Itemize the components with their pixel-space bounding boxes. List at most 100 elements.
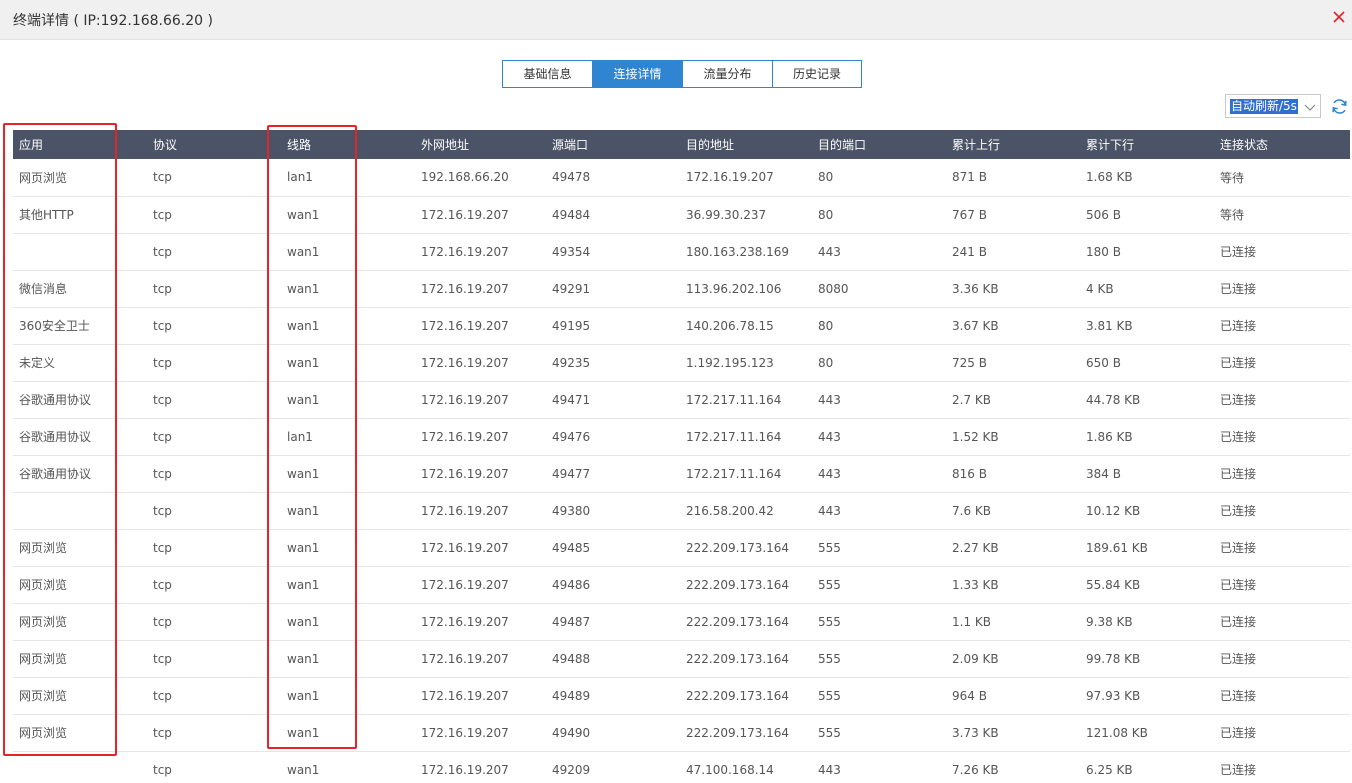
col-destination-address-cell: 222.209.173.164 bbox=[686, 540, 790, 555]
col-download-total-cell: 55.84 KB bbox=[1086, 577, 1141, 592]
tab-basic-info[interactable]: 基础信息 bbox=[503, 61, 593, 87]
auto-refresh-select[interactable]: 自动刷新/5s bbox=[1225, 94, 1321, 118]
chevron-down-icon bbox=[1304, 104, 1316, 111]
table-row[interactable]: tcp wan1 172.16.19.207 49380 216.58.200.42 44… bbox=[13, 492, 1350, 529]
col-download-total-header[interactable]: 累计下行 bbox=[1080, 130, 1214, 159]
col-connection-status-cell: 已连接 bbox=[1220, 245, 1257, 259]
col-app-cell: 谷歌通用协议 bbox=[19, 393, 92, 407]
col-external-address-cell: 172.16.19.207 bbox=[421, 577, 509, 592]
table-row[interactable]: 网页浏览 tcp wan1 172.16.19.207 49485 222.209.173… bbox=[13, 529, 1350, 566]
col-upload-total-cell: 816 B bbox=[952, 466, 987, 481]
col-line-cell: wan1 bbox=[287, 466, 320, 481]
table-row[interactable]: 网页浏览 tcp lan1 192.168.66.20 49478 172.16.19.2… bbox=[13, 159, 1350, 196]
col-line-cell: wan1 bbox=[287, 577, 320, 592]
col-download-total-cell: 44.78 KB bbox=[1086, 392, 1141, 407]
col-connection-status-header[interactable]: 连接状态 bbox=[1214, 130, 1350, 159]
col-destination-address-cell: 180.163.238.169 bbox=[686, 244, 790, 259]
col-external-address-header[interactable]: 外网地址 bbox=[415, 130, 546, 159]
col-line-cell: wan1 bbox=[287, 503, 320, 518]
tab-connection-details[interactable]: 连接详情 bbox=[593, 61, 683, 87]
col-external-address-cell: 192.168.66.20 bbox=[421, 170, 509, 185]
col-protocol-cell: tcp bbox=[153, 392, 172, 407]
col-destination-port-cell: 555 bbox=[818, 577, 841, 592]
col-app-cell: 网页浏览 bbox=[19, 170, 68, 185]
table-row[interactable]: 网页浏览 tcp wan1 172.16.19.207 49489 222.209.173… bbox=[13, 677, 1350, 714]
col-download-total-cell: 97.93 KB bbox=[1086, 688, 1141, 703]
col-connection-status-cell: 等待 bbox=[1220, 208, 1245, 222]
col-connection-status-cell: 已连接 bbox=[1220, 578, 1257, 592]
col-app-cell: 谷歌通用协议 bbox=[19, 430, 92, 444]
col-line-cell: wan1 bbox=[287, 244, 320, 259]
table-row[interactable]: 谷歌通用协议 tcp lan1 172.16.19.207 49476 172.217.1… bbox=[13, 418, 1350, 455]
col-external-address-cell: 172.16.19.207 bbox=[421, 503, 509, 518]
col-destination-port-cell: 80 bbox=[818, 170, 834, 185]
col-app-cell: 网页浏览 bbox=[19, 615, 68, 629]
col-app-cell: 360安全卫士 bbox=[19, 319, 90, 333]
table-row[interactable]: 网页浏览 tcp wan1 172.16.19.207 49487 222.209.173… bbox=[13, 603, 1350, 640]
col-source-port-cell: 49235 bbox=[552, 355, 591, 370]
table-row[interactable]: tcp wan1 172.16.19.207 49209 47.100.168.14 44… bbox=[13, 751, 1350, 783]
table-row[interactable]: 微信消息 tcp wan1 172.16.19.207 49291 113.96.202.… bbox=[13, 270, 1350, 307]
col-destination-address-cell: 1.192.195.123 bbox=[686, 355, 774, 370]
col-upload-total-cell: 3.73 KB bbox=[952, 725, 999, 740]
col-protocol-cell: tcp bbox=[153, 355, 172, 370]
col-external-address-cell: 172.16.19.207 bbox=[421, 688, 509, 703]
col-protocol-cell: tcp bbox=[153, 540, 172, 555]
col-destination-port-cell: 80 bbox=[818, 318, 834, 333]
col-source-port-cell: 49486 bbox=[552, 577, 591, 592]
table-row[interactable]: 谷歌通用协议 tcp wan1 172.16.19.207 49471 172.217.1… bbox=[13, 381, 1350, 418]
col-download-total-cell: 121.08 KB bbox=[1086, 725, 1148, 740]
col-line-header[interactable]: 线路 bbox=[281, 130, 415, 159]
col-destination-address-cell: 222.209.173.164 bbox=[686, 688, 790, 703]
col-line-cell: wan1 bbox=[287, 207, 320, 222]
col-app-header[interactable]: 应用 bbox=[13, 130, 147, 159]
table-row[interactable]: 网页浏览 tcp wan1 172.16.19.207 49488 222.209.173… bbox=[13, 640, 1350, 677]
col-protocol-header[interactable]: 协议 bbox=[147, 130, 281, 159]
col-protocol-cell: tcp bbox=[153, 170, 172, 185]
table-row[interactable]: tcp wan1 172.16.19.207 49354 180.163.238.169… bbox=[13, 233, 1350, 270]
col-protocol-cell: tcp bbox=[153, 503, 172, 518]
col-destination-port-cell: 443 bbox=[818, 503, 841, 518]
col-app-cell: 微信消息 bbox=[19, 282, 68, 296]
table-row[interactable]: 谷歌通用协议 tcp wan1 172.16.19.207 49477 172.217.1… bbox=[13, 455, 1350, 492]
col-destination-port-cell: 443 bbox=[818, 762, 841, 777]
col-app-cell bbox=[13, 233, 147, 270]
refresh-icon[interactable] bbox=[1330, 97, 1349, 116]
col-app-cell: 未定义 bbox=[19, 356, 56, 370]
col-connection-status-cell: 已连接 bbox=[1220, 652, 1257, 666]
table-row[interactable]: 网页浏览 tcp wan1 172.16.19.207 49490 222.209.173… bbox=[13, 714, 1350, 751]
col-upload-total-header[interactable]: 累计上行 bbox=[946, 130, 1080, 159]
col-line-cell: wan1 bbox=[287, 540, 320, 555]
tab-traffic-distribution[interactable]: 流量分布 bbox=[683, 61, 773, 87]
col-upload-total-cell: 2.7 KB bbox=[952, 392, 991, 407]
col-source-port-header[interactable]: 源端口 bbox=[546, 130, 680, 159]
col-connection-status-cell: 已连接 bbox=[1220, 430, 1257, 444]
col-destination-port-cell: 443 bbox=[818, 392, 841, 407]
col-destination-port-cell: 80 bbox=[818, 207, 834, 222]
col-app-cell bbox=[13, 751, 147, 783]
table-row[interactable]: 360安全卫士 tcp wan1 172.16.19.207 49195 140.206.… bbox=[13, 307, 1350, 344]
col-protocol-cell: tcp bbox=[153, 577, 172, 592]
col-protocol-cell: tcp bbox=[153, 429, 172, 444]
col-app-cell: 其他HTTP bbox=[19, 208, 74, 222]
col-protocol-cell: tcp bbox=[153, 244, 172, 259]
col-upload-total-cell: 871 B bbox=[952, 170, 987, 185]
col-download-total-cell: 1.68 KB bbox=[1086, 170, 1133, 185]
close-icon[interactable] bbox=[1330, 8, 1348, 26]
col-source-port-cell: 49477 bbox=[552, 466, 591, 481]
table-row[interactable]: 网页浏览 tcp wan1 172.16.19.207 49486 222.209.173… bbox=[13, 566, 1350, 603]
col-app-cell: 网页浏览 bbox=[19, 726, 68, 740]
tab-bar: 基础信息 连接详情 流量分布 历史记录 bbox=[502, 60, 862, 88]
col-destination-address-cell: 222.209.173.164 bbox=[686, 614, 790, 629]
table-row[interactable]: 未定义 tcp wan1 172.16.19.207 49235 1.192.195.12… bbox=[13, 344, 1350, 381]
col-upload-total-cell: 725 B bbox=[952, 355, 987, 370]
col-destination-address-cell: 172.16.19.207 bbox=[686, 170, 774, 185]
table-row[interactable]: 其他HTTP tcp wan1 172.16.19.207 49484 36.99.30.… bbox=[13, 196, 1350, 233]
col-destination-port-cell: 443 bbox=[818, 429, 841, 444]
col-destination-port-cell: 443 bbox=[818, 466, 841, 481]
col-destination-port-header[interactable]: 目的端口 bbox=[812, 130, 946, 159]
col-line-cell: lan1 bbox=[287, 429, 313, 444]
tab-history[interactable]: 历史记录 bbox=[773, 61, 861, 87]
col-destination-address-header[interactable]: 目的地址 bbox=[680, 130, 812, 159]
col-destination-port-cell: 80 bbox=[818, 355, 834, 370]
